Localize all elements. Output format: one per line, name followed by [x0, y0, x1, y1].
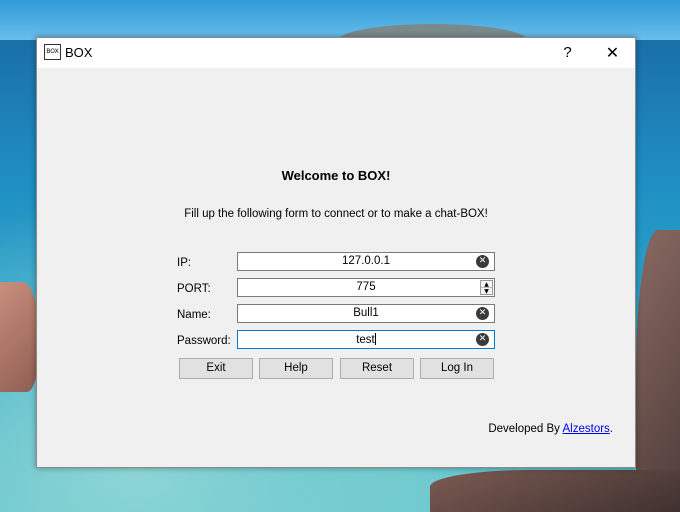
reset-button[interactable]: Reset [340, 358, 414, 379]
clear-icon[interactable]: ✕ [476, 333, 489, 346]
ip-label: IP: [177, 257, 192, 269]
port-label: PORT: [177, 283, 211, 295]
ip-value: 127.0.0.1 [342, 255, 390, 267]
name-value: Bull1 [353, 307, 379, 319]
name-label: Name: [177, 309, 211, 321]
password-value: test [356, 334, 375, 346]
clear-icon[interactable]: ✕ [476, 255, 489, 268]
credit-suffix: . [609, 423, 613, 435]
wallpaper-rock-left [0, 282, 38, 392]
password-input[interactable]: test ✕ [237, 330, 495, 349]
login-button[interactable]: Log In [420, 358, 494, 379]
window-title: BOX [65, 45, 93, 60]
developer-credit: Developed By Alzestors. [488, 423, 613, 435]
text-cursor [374, 333, 376, 345]
wallpaper-rock-bottom [430, 470, 680, 512]
help-button[interactable]: Help [259, 358, 333, 379]
welcome-heading: Welcome to BOX! [281, 168, 391, 183]
app-logo-icon: BOX [44, 44, 61, 60]
box-login-window: BOX BOX ? ✕ Welcome to BOX! Fill up the … [36, 37, 636, 468]
password-label: Password: [177, 335, 231, 347]
chevron-up-icon[interactable]: ▲ [481, 281, 492, 288]
name-input[interactable]: Bull1 ✕ [237, 304, 495, 323]
ip-input[interactable]: 127.0.0.1 ✕ [237, 252, 495, 271]
close-window-button[interactable]: ✕ [590, 38, 635, 68]
chevron-down-icon[interactable]: ▼ [481, 288, 492, 295]
password-value-wrap: test [238, 333, 494, 346]
author-link[interactable]: Alzestors [563, 423, 610, 435]
port-value: 775 [356, 281, 376, 293]
credit-prefix: Developed By [488, 423, 563, 435]
port-spinbox[interactable]: 775 ▲ ▼ [237, 278, 495, 297]
port-spin-buttons[interactable]: ▲ ▼ [480, 280, 493, 295]
help-title-button[interactable]: ? [545, 38, 590, 68]
clear-icon[interactable]: ✕ [476, 307, 489, 320]
exit-button[interactable]: Exit [179, 358, 253, 379]
form-subtitle: Fill up the following form to connect or… [184, 208, 488, 220]
title-bar[interactable]: BOX BOX ? ✕ [37, 38, 635, 68]
